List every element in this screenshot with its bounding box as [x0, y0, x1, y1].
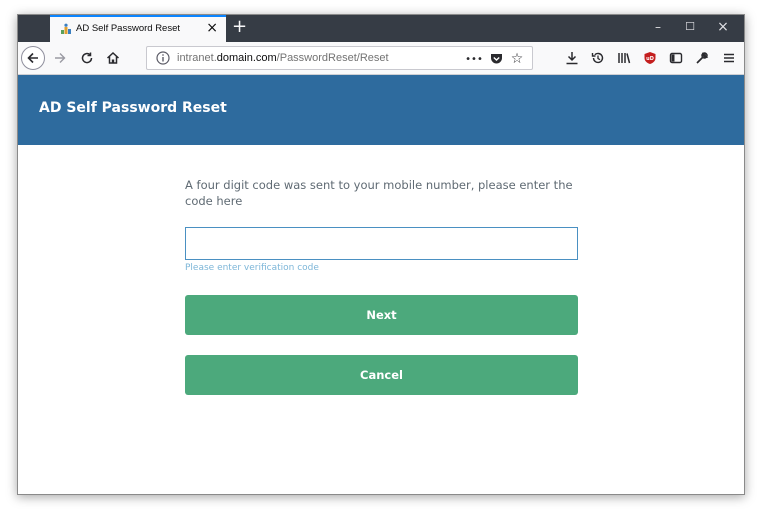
verification-code-input[interactable] — [185, 227, 578, 260]
reload-icon — [81, 52, 93, 64]
library-icon[interactable] — [613, 47, 635, 69]
url-text[interactable]: intranet.domain.com/PasswordReset/Reset — [177, 52, 389, 64]
tab-strip: AD Self Password Reset × + – ☐ × — [18, 15, 744, 42]
wrench-icon[interactable] — [691, 47, 713, 69]
reload-button[interactable] — [76, 47, 98, 69]
minimize-icon[interactable]: – — [650, 19, 666, 35]
page-actions-icon[interactable]: ••• — [465, 50, 483, 68]
forward-arrow-icon — [55, 53, 66, 63]
tab-title: AD Self Password Reset — [76, 23, 181, 34]
browser-window: AD Self Password Reset × + – ☐ × intrane… — [17, 14, 745, 495]
url-prefix: intranet. — [177, 52, 217, 64]
pocket-icon[interactable] — [487, 50, 505, 68]
page-content: AD Self Password Reset A four digit code… — [18, 75, 744, 494]
url-path: /PasswordReset/Reset — [276, 52, 389, 64]
ublock-shield-icon[interactable]: uD — [639, 47, 661, 69]
history-icon[interactable] — [587, 47, 609, 69]
site-favicon-icon — [61, 23, 71, 34]
instruction-text: A four digit code was sent to your mobil… — [185, 178, 573, 208]
forward-button[interactable] — [49, 47, 71, 69]
site-header: AD Self Password Reset — [18, 75, 744, 145]
page-title: AD Self Password Reset — [39, 100, 227, 116]
info-icon[interactable] — [155, 50, 171, 66]
url-host: domain.com — [216, 52, 277, 64]
back-button[interactable] — [21, 46, 45, 70]
url-bar[interactable]: intranet.domain.com/PasswordReset/Reset … — [146, 46, 533, 70]
tab-active[interactable]: AD Self Password Reset × — [50, 15, 226, 42]
back-arrow-icon — [27, 52, 38, 64]
hamburger-menu-icon[interactable] — [718, 47, 740, 69]
tab-close-icon[interactable]: × — [206, 20, 218, 36]
verification-hint: Please enter verification code — [185, 263, 319, 273]
bookmark-star-icon[interactable]: ☆ — [508, 50, 526, 68]
home-icon — [106, 51, 120, 64]
sidebar-icon[interactable] — [665, 47, 687, 69]
new-tab-icon[interactable]: + — [232, 16, 247, 38]
maximize-icon[interactable]: ☐ — [682, 19, 698, 35]
svg-text:uD: uD — [646, 56, 654, 62]
downloads-icon[interactable] — [561, 47, 583, 69]
next-button[interactable]: Next — [185, 295, 578, 335]
cancel-button[interactable]: Cancel — [185, 355, 578, 395]
window-close-icon[interactable]: × — [715, 19, 731, 35]
home-button[interactable] — [102, 47, 124, 69]
navigation-bar: intranet.domain.com/PasswordReset/Reset … — [18, 42, 744, 75]
